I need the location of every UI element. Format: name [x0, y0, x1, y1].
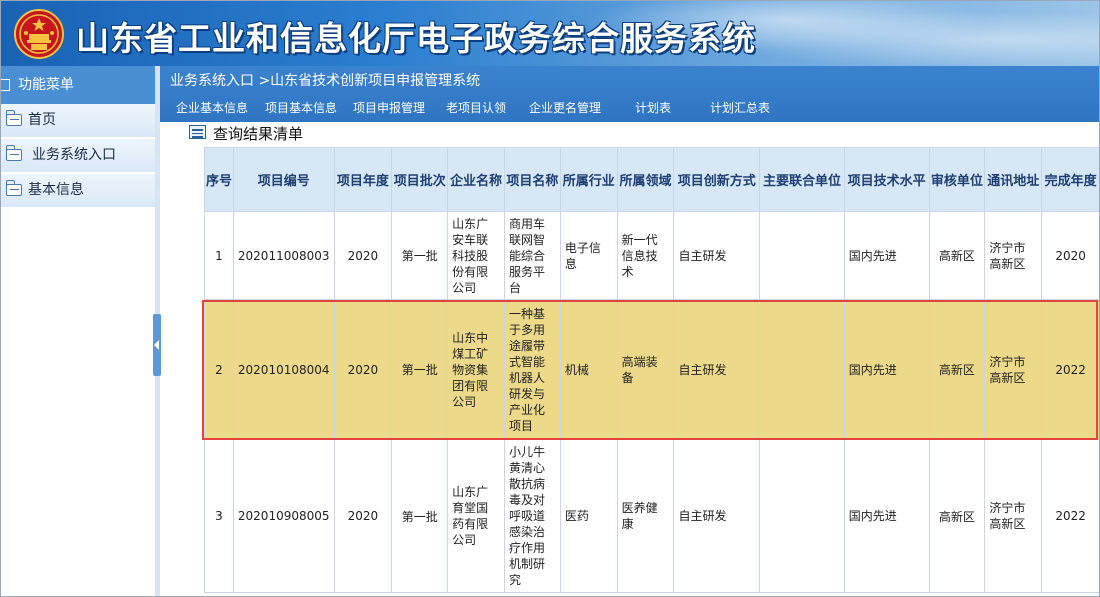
folder-icon: [5, 145, 22, 161]
cell-innovation: 自主研发: [673, 299, 761, 440]
cell-project: 一种基于多用途履带式智能机器人研发与产业化项目: [503, 299, 561, 440]
cell-year: 2020: [333, 299, 393, 440]
cell-code: 202010908005: [232, 439, 335, 593]
cell-batch: 第一批: [391, 299, 449, 440]
national-emblem-icon: [14, 9, 64, 59]
cell-finish-year: 2020: [1041, 211, 1100, 300]
cell-seq: 3: [204, 439, 234, 593]
column-header: 完成年度: [1041, 147, 1100, 212]
top-nav-bar: 业务系统入口 >山东省技术创新项目申报管理系统 企业基本信息 项目基本信息 项目…: [160, 66, 1100, 122]
column-header: 序号: [204, 147, 234, 212]
column-header: 项目编号: [232, 147, 335, 212]
app-title: 山东省工业和信息化厅电子政务综合服务系统: [76, 19, 756, 58]
cell-seq: 1: [204, 211, 234, 300]
cell-company: 山东广安车联科技股份有限公司: [447, 211, 505, 300]
column-header: 所属行业: [559, 147, 618, 212]
list-icon: [189, 125, 206, 139]
tab-plan-table[interactable]: 计划表: [635, 99, 671, 116]
table-row-selected[interactable]: 2 202010108004 2020 第一批 山东中煤工矿物资集团有限公司 一…: [204, 299, 1100, 440]
main-content: 业务系统入口 >山东省技术创新项目申报管理系统 企业基本信息 项目基本信息 项目…: [160, 66, 1100, 597]
column-header: 企业名称: [447, 147, 505, 212]
cell-industry: 医药: [559, 439, 618, 593]
sidebar-item-label: 基本信息: [28, 182, 84, 198]
column-header: 项目批次: [391, 147, 449, 212]
column-header: 项目技术水平: [843, 147, 930, 212]
cell-partner: [759, 299, 845, 440]
cell-batch: 第一批: [391, 439, 449, 593]
sidebar-item-home[interactable]: 首页: [0, 104, 156, 139]
column-header: 所属领域: [616, 147, 675, 212]
folder-icon: [5, 180, 22, 196]
results-table: 序号 项目编号 项目年度 项目批次 企业名称 项目名称 所属行业 所属领域 项目…: [204, 147, 1100, 593]
cell-field: 高端装备: [616, 299, 675, 440]
tab-company-rename[interactable]: 企业更名管理: [529, 99, 601, 116]
cell-company: 山东广育堂国药有限公司: [447, 439, 505, 593]
cell-industry: 电子信息: [559, 211, 618, 300]
cell-partner: [759, 211, 845, 300]
cell-code: 202011008003: [232, 211, 335, 300]
menu-title: 功能菜单: [18, 77, 74, 93]
cell-batch: 第一批: [391, 211, 449, 300]
cell-innovation: 自主研发: [673, 211, 761, 300]
cell-tech-level: 国内先进: [843, 211, 930, 300]
menu-header: 功能菜单: [0, 66, 156, 104]
sidebar-item-label: 首页: [28, 112, 56, 128]
tab-project-application[interactable]: 项目申报管理: [353, 99, 425, 116]
cell-year: 2020: [333, 211, 393, 300]
table-row[interactable]: 3 202010908005 2020 第一批 山东广育堂国药有限公司 小儿牛黄…: [204, 439, 1100, 593]
tab-company-basic-info[interactable]: 企业基本信息: [176, 99, 248, 116]
cell-field: 医养健康: [616, 439, 675, 593]
sidebar-item-label: 业务系统入口: [32, 147, 116, 163]
column-header: 项目年度: [333, 147, 393, 212]
column-header: 项目名称: [503, 147, 561, 212]
app-header: 山东省工业和信息化厅电子政务综合服务系统: [0, 0, 1100, 66]
cell-field: 新一代信息技术: [616, 211, 675, 300]
column-header: 主要联合单位: [759, 147, 845, 212]
cell-finish-year: 2022: [1041, 439, 1100, 593]
cell-industry: 机械: [559, 299, 618, 440]
cell-address: 济宁市高新区: [984, 439, 1043, 593]
cell-auditor: 高新区: [928, 211, 986, 300]
column-header: 通讯地址: [984, 147, 1043, 212]
cell-address: 济宁市高新区: [984, 299, 1043, 440]
menu-icon: [0, 79, 10, 91]
column-header: 项目创新方式: [673, 147, 761, 212]
cell-auditor: 高新区: [928, 299, 986, 440]
column-header: 审核单位: [928, 147, 986, 212]
sidebar-item-basic-info[interactable]: 基本信息: [0, 174, 156, 209]
result-list-title: 查询结果清单: [213, 125, 304, 143]
breadcrumb[interactable]: 业务系统入口 >山东省技术创新项目申报管理系统: [170, 70, 480, 90]
cell-seq: 2: [204, 299, 234, 440]
table-header-row: 序号 项目编号 项目年度 项目批次 企业名称 项目名称 所属行业 所属领域 项目…: [204, 147, 1100, 212]
cell-tech-level: 国内先进: [843, 299, 930, 440]
cell-project: 商用车联网智能综合服务平台: [503, 211, 561, 300]
cell-year: 2020: [333, 439, 393, 593]
cell-partner: [759, 439, 845, 593]
cell-address: 济宁市高新区: [984, 211, 1043, 300]
sidebar: 功能菜单 首页 业务系统入口 基本信息: [0, 66, 157, 597]
tab-old-project-claim[interactable]: 老项目认领: [446, 99, 506, 116]
cell-tech-level: 国内先进: [843, 439, 930, 593]
cell-company: 山东中煤工矿物资集团有限公司: [447, 299, 505, 440]
cell-finish-year: 2022: [1041, 299, 1100, 440]
folder-icon: [5, 110, 22, 126]
cell-code: 202010108004: [232, 299, 335, 440]
tab-project-basic-info[interactable]: 项目基本信息: [265, 99, 337, 116]
cell-innovation: 自主研发: [673, 439, 761, 593]
table-row[interactable]: 1 202011008003 2020 第一批 山东广安车联科技股份有限公司 商…: [204, 211, 1100, 300]
sidebar-item-business-entry[interactable]: 业务系统入口: [0, 139, 156, 174]
cell-project: 小儿牛黄清心散抗病毒及对呼吸道感染治疗作用机制研究: [503, 439, 561, 593]
cell-auditor: 高新区: [928, 439, 986, 593]
tab-plan-summary[interactable]: 计划汇总表: [710, 99, 770, 116]
